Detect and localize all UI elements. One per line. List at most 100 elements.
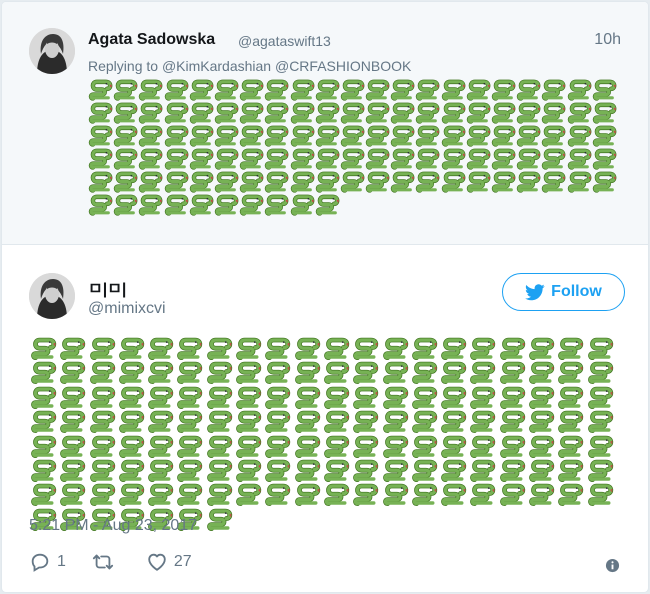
- snake-emoji: [468, 458, 497, 483]
- snake-emoji: [541, 124, 566, 147]
- snake-emoji: [175, 385, 204, 409]
- author-avatar[interactable]: [29, 273, 75, 319]
- snake-emoji: [556, 385, 585, 409]
- snake-emoji: [556, 482, 585, 507]
- snake-emoji: [138, 193, 163, 216]
- snake-emoji: [351, 385, 380, 409]
- retweet-icon: [92, 554, 113, 570]
- snake-emoji: [315, 101, 340, 124]
- reply-action[interactable]: 1: [29, 551, 66, 573]
- snake-emoji: [441, 101, 466, 124]
- snake-emoji: [322, 360, 351, 385]
- tweet-card: Agata Sadowska @agataswift13 10h Replyin…: [1, 1, 649, 593]
- snake-emoji: [290, 124, 315, 147]
- snake-emoji: [516, 147, 541, 170]
- snake-emoji: [214, 124, 239, 147]
- tweet-timestamp[interactable]: 5:21 PM - Aug 23, 2017: [29, 517, 197, 535]
- snake-emoji: [293, 434, 322, 458]
- snake-emoji: [58, 385, 87, 409]
- snake-emoji: [439, 360, 468, 385]
- snake-emoji: [88, 385, 117, 409]
- tweet-actions: 1 27: [29, 551, 218, 573]
- parent-author-handle[interactable]: @agataswift13: [238, 33, 331, 49]
- snake-emoji: [567, 101, 592, 124]
- snake-emoji: [205, 507, 234, 531]
- parent-author-name[interactable]: Agata Sadowska: [88, 31, 215, 49]
- snake-emoji: [164, 147, 189, 170]
- snake-emoji: [214, 147, 239, 170]
- snake-emoji: [88, 434, 117, 458]
- snake-emoji: [138, 101, 163, 124]
- snake-emoji: [315, 193, 340, 216]
- snake-emoji: [113, 147, 138, 170]
- info-icon[interactable]: [605, 558, 620, 573]
- snake-emoji: [88, 482, 117, 507]
- snake-emoji: [205, 360, 234, 385]
- snake-emoji: [239, 147, 264, 170]
- like-action[interactable]: 27: [146, 551, 192, 573]
- snake-emoji: [567, 124, 592, 147]
- snake-emoji: [498, 434, 527, 458]
- snake-emoji: [415, 147, 440, 170]
- parent-tweet-time[interactable]: 10h: [594, 31, 621, 49]
- parent-author-avatar[interactable]: [29, 28, 75, 74]
- snake-emoji: [138, 78, 163, 101]
- snake-emoji: [113, 101, 138, 124]
- snake-emoji: [146, 385, 175, 409]
- snake-emoji: [466, 124, 491, 147]
- snake-emoji: [466, 78, 491, 101]
- snake-emoji: [88, 336, 117, 361]
- snake-emoji: [290, 193, 315, 216]
- snake-emoji: [88, 193, 113, 216]
- retweet-action[interactable]: [92, 551, 120, 573]
- snake-emoji: [113, 78, 138, 101]
- snake-emoji: [88, 124, 113, 147]
- snake-emoji: [58, 409, 87, 434]
- snake-emoji: [189, 101, 214, 124]
- snake-emoji: [88, 147, 113, 170]
- author-handle[interactable]: @mimixcvi: [88, 300, 166, 318]
- parent-tweet[interactable]: Agata Sadowska @agataswift13 10h Replyin…: [2, 2, 648, 245]
- snake-emoji: [586, 458, 615, 483]
- snake-emoji: [527, 458, 556, 483]
- snake-emoji: [264, 147, 289, 170]
- snake-emoji: [29, 336, 58, 361]
- snake-emoji: [351, 336, 380, 361]
- snake-emoji: [234, 409, 263, 434]
- snake-emoji: [205, 434, 234, 458]
- snake-emoji: [586, 434, 615, 458]
- author-name[interactable]: ㅁ|ㅁ|: [88, 275, 126, 299]
- snake-emoji: [234, 336, 263, 361]
- snake-emoji: [175, 360, 204, 385]
- snake-emoji: [556, 434, 585, 458]
- snake-emoji: [146, 409, 175, 434]
- snake-emoji: [239, 78, 264, 101]
- snake-emoji: [390, 124, 415, 147]
- snake-emoji: [390, 170, 415, 193]
- snake-emoji: [556, 336, 585, 361]
- snake-emoji: [263, 409, 292, 434]
- snake-emoji: [146, 336, 175, 361]
- snake-emoji: [315, 170, 340, 193]
- replying-to-mentions[interactable]: @KimKardashian @CRFASHIONBOOK: [162, 58, 411, 74]
- snake-emoji: [491, 147, 516, 170]
- snake-emoji: [322, 434, 351, 458]
- snake-emoji: [29, 482, 58, 507]
- snake-emoji: [117, 434, 146, 458]
- snake-emoji: [117, 458, 146, 483]
- snake-emoji: [441, 78, 466, 101]
- snake-emoji: [113, 124, 138, 147]
- snake-emoji: [175, 482, 204, 507]
- snake-emoji: [410, 385, 439, 409]
- snake-emoji: [498, 385, 527, 409]
- follow-button[interactable]: Follow: [502, 273, 625, 311]
- snake-emoji: [527, 409, 556, 434]
- snake-emoji: [498, 458, 527, 483]
- snake-emoji: [468, 409, 497, 434]
- parent-tweet-text: [88, 78, 628, 216]
- snake-emoji: [365, 78, 390, 101]
- snake-emoji: [410, 482, 439, 507]
- snake-emoji: [351, 458, 380, 483]
- snake-emoji: [516, 78, 541, 101]
- snake-emoji: [290, 101, 315, 124]
